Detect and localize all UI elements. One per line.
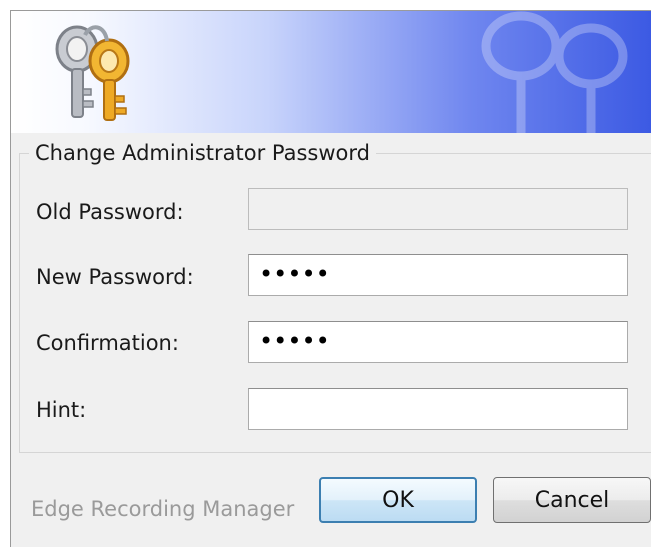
group-title: Change Administrator Password — [29, 139, 376, 167]
old-password-label: Old Password: — [36, 200, 184, 224]
ok-button[interactable]: OK — [319, 477, 477, 523]
change-password-dialog: Change Administrator Password Old Passwo… — [10, 10, 651, 547]
confirmation-label: Confirmation: — [36, 331, 179, 355]
keys-icon — [55, 25, 130, 121]
app-name-label: Edge Recording Manager — [31, 497, 295, 521]
hint-input[interactable] — [248, 388, 628, 430]
header-banner — [11, 11, 651, 133]
hint-label: Hint: — [36, 398, 87, 422]
new-password-label: New Password: — [36, 265, 194, 289]
keys-watermark-icon — [481, 11, 628, 133]
confirmation-input[interactable]: ••••• — [248, 321, 628, 363]
cancel-button[interactable]: Cancel — [493, 477, 651, 523]
new-password-input[interactable]: ••••• — [248, 254, 628, 296]
old-password-input[interactable] — [248, 188, 628, 230]
